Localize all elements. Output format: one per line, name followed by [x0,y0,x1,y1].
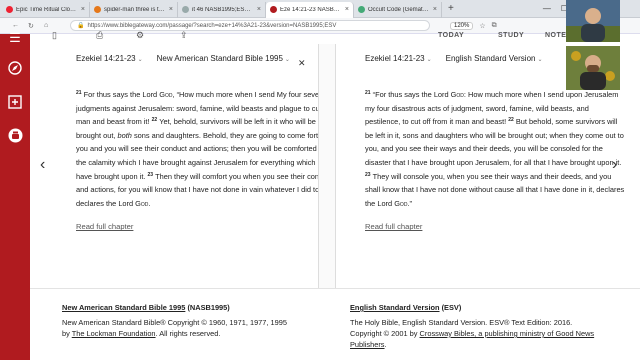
verse-number: 23 [365,171,371,178]
read-full-chapter-link[interactable]: Read full chapter [76,222,337,231]
close-icon[interactable]: × [433,6,437,13]
verse-number: 22 [508,117,514,124]
close-icon[interactable]: × [257,6,261,13]
collections-icon[interactable]: ⧉ [492,22,497,30]
sidebar: ☰ [0,30,30,360]
menu-icon[interactable]: ☰ [7,30,23,46]
version-selector[interactable]: English Standard Version ⌄ [446,54,543,63]
version-name-link[interactable]: English Standard Version [350,303,440,312]
lock-icon: 🔒 [77,23,85,29]
browser-tab[interactable]: Epic Time Ritual Closing the 13... × [2,1,90,18]
url-field[interactable]: 🔒 https://www.biblegateway.com/passage/?… [70,20,430,31]
home-icon[interactable]: ⌂ [44,22,48,29]
new-tab-icon[interactable]: + [448,3,454,14]
refresh-icon[interactable]: ↻ [28,22,34,30]
close-icon[interactable]: × [169,6,173,13]
bookmark-icon[interactable]: ▯ [52,30,57,41]
browser-tab[interactable]: Occult Code (Gematria) Calcul... × [354,1,442,18]
passage-text: 21 For thus says the Lord God, “How much… [76,90,334,208]
compass-icon[interactable] [7,60,23,76]
passage-text: 21 “For thus says the Lord God: How much… [365,90,625,208]
verse-number: 22 [151,117,158,124]
verse-number: 23 [147,171,154,178]
tab-favicon-icon [270,6,277,13]
close-icon[interactable]: ✕ [298,58,306,69]
url-text: https://www.biblegateway.com/passage/?se… [87,22,337,29]
browser-tab-bar: Epic Time Ritual Closing the 13... × spi… [0,0,640,18]
read-full-chapter-link[interactable]: Read full chapter [365,222,626,231]
print-icon[interactable]: ⎙ [96,30,103,41]
copyright-esv: English Standard Version (ESV) The Holy … [350,303,595,349]
section-divider [30,288,640,289]
tab-favicon-icon [6,6,13,13]
settings-icon[interactable]: ⚙ [136,30,144,41]
version-name-link[interactable]: New American Standard Bible 1995 [62,303,185,312]
audio-bible-icon[interactable] [7,127,23,143]
webcam-overlay [566,46,620,90]
chevron-down-icon: ⌄ [537,56,543,63]
back-icon[interactable]: ← [12,22,19,29]
browser-tab-active[interactable]: Eze 14:21-23 NASB1995;ESV - ... × [266,1,354,18]
tab-title: Epic Time Ritual Closing the 13... [16,6,78,13]
nav-study[interactable]: STUDY [498,32,524,39]
nav-today[interactable]: TODAY [438,32,464,39]
browser-tab[interactable]: spider-man three is the magic... × [90,1,178,18]
tab-title: spider-man three is the magic... [104,6,166,13]
tab-favicon-icon [358,6,365,13]
verse-number: 21 [365,90,371,96]
verse-number: 21 [76,90,82,96]
zoom-level[interactable]: 120% [450,21,474,30]
panel-divider [318,44,336,288]
browser-tab[interactable]: it 46 NASB1995;ESV - Babylon... × [178,1,266,18]
chevron-down-icon: ⌄ [284,56,290,63]
add-icon[interactable] [7,94,23,110]
minimize-icon[interactable]: — [543,4,551,13]
chevron-down-icon: ⌄ [137,56,143,63]
webcam-overlay [566,0,620,42]
tab-title: Eze 14:21-23 NASB1995;ESV - ... [280,6,342,13]
passage-reference[interactable]: Ezekiel 14:21-23 ⌄ [76,54,143,63]
version-selector[interactable]: New American Standard Bible 1995 ⌄ [157,54,290,63]
previous-chapter-icon[interactable]: ‹ [40,156,45,174]
favorite-icon[interactable]: ☆ [479,22,485,30]
passage-reference[interactable]: Ezekiel 14:21-23 ⌄ [365,54,432,63]
chevron-down-icon: ⌄ [426,56,432,63]
publisher-link[interactable]: The Lockman Foundation [72,329,156,338]
close-icon[interactable]: × [345,6,349,13]
passage-panel-left: Ezekiel 14:21-23 ⌄ New American Standard … [76,50,337,270]
tab-title: it 46 NASB1995;ESV - Babylon... [192,6,254,13]
copyright-nasb: New American Standard Bible 1995 (NASB19… [62,303,287,338]
close-icon[interactable]: × [81,6,85,13]
tab-favicon-icon [94,6,101,13]
tab-favicon-icon [182,6,189,13]
tab-title: Occult Code (Gematria) Calcul... [368,6,430,13]
share-icon[interactable]: ⇪ [180,30,188,41]
